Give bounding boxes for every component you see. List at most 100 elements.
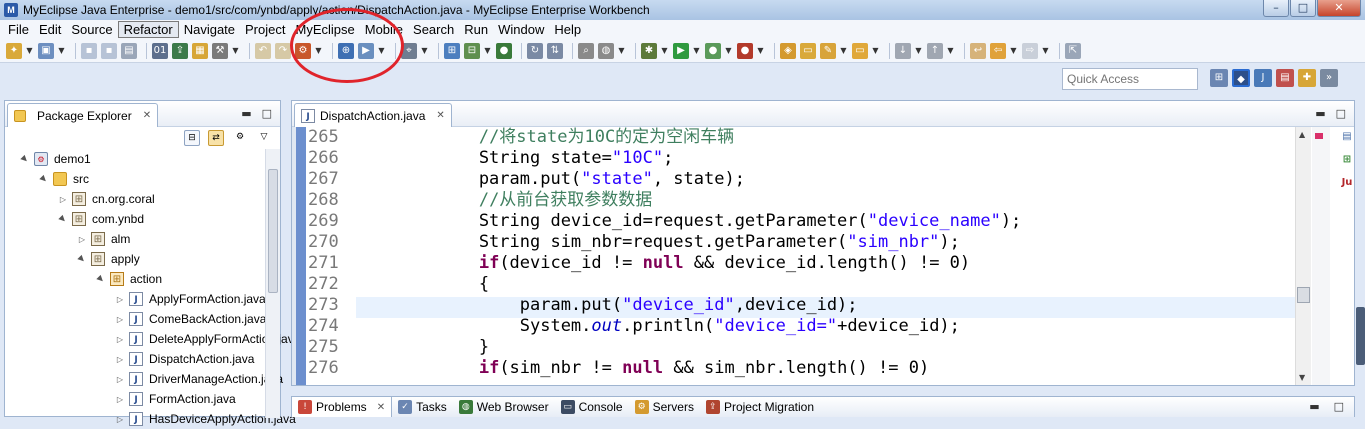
scroll-down-icon[interactable]: ▼ xyxy=(1299,373,1305,382)
open-task-icon[interactable]: ◈ xyxy=(780,42,796,59)
chevron-down-icon[interactable]: ▼ xyxy=(947,46,954,55)
tree-item-src[interactable]: ▲ src xyxy=(5,169,267,189)
tree-item-comebackaction-java[interactable]: ▷ J ComeBackAction.java xyxy=(5,309,267,329)
collapsed-twisty-icon[interactable]: ▷ xyxy=(76,235,88,244)
debug-perspective-icon[interactable]: ✚ xyxy=(1298,69,1316,87)
minimized-view-trim[interactable] xyxy=(1356,307,1365,365)
chevron-down-icon[interactable]: ▼ xyxy=(1042,46,1049,55)
wrench-icon[interactable]: ⚒ xyxy=(212,42,228,59)
folder-icon[interactable]: ▭ xyxy=(852,42,868,59)
junit-icon[interactable]: Ju xyxy=(1338,174,1356,192)
tab-project-migration[interactable]: ⇪ Project Migration xyxy=(700,397,820,417)
chevron-down-icon[interactable]: ▼ xyxy=(421,46,428,55)
code-line[interactable]: } xyxy=(356,337,1296,358)
tree-item-action[interactable]: ▲ ⊞ action xyxy=(5,269,267,289)
scroll-up-icon[interactable]: ▲ xyxy=(1299,130,1305,139)
tree-item-formaction-java[interactable]: ▷ J FormAction.java xyxy=(5,389,267,409)
new-icon[interactable]: ✦ xyxy=(6,42,22,59)
minimize-button[interactable]: – xyxy=(1263,0,1289,17)
run-server-icon[interactable]: ▶ xyxy=(358,42,374,59)
web-icon[interactable]: ⊕ xyxy=(338,42,354,59)
menu-help[interactable]: Help xyxy=(549,21,586,38)
chevron-down-icon[interactable]: ▼ xyxy=(618,46,625,55)
binary-icon[interactable]: 01 xyxy=(152,42,168,59)
code-line[interactable]: { xyxy=(356,274,1296,295)
chevron-down-icon[interactable]: ▼ xyxy=(315,46,322,55)
tree-item-cn-org-coral[interactable]: ▷ ⊞ cn.org.coral xyxy=(5,189,267,209)
close-button[interactable]: ✕ xyxy=(1317,0,1361,17)
scrollbar-thumb[interactable] xyxy=(1297,287,1310,303)
outline-icon[interactable]: ▤ xyxy=(1338,128,1356,146)
collapsed-twisty-icon[interactable]: ▷ xyxy=(114,295,126,304)
print-icon[interactable]: ▤ xyxy=(121,42,137,59)
menu-mobile[interactable]: Mobile xyxy=(360,21,408,38)
coverage-icon[interactable]: ● xyxy=(705,42,721,59)
last-edit-icon[interactable]: ↩ xyxy=(970,42,986,59)
tree-item-deleteapplyformaction-java[interactable]: ▷ J DeleteApplyFormAction.java xyxy=(5,329,300,349)
search-web-icon[interactable]: ◍ xyxy=(598,42,614,59)
collapsed-twisty-icon[interactable]: ▷ xyxy=(114,395,126,404)
minimize-panel-icon[interactable]: ▬ xyxy=(1309,400,1319,413)
code-line[interactable]: param.put("state", state); xyxy=(356,169,1296,190)
chevron-down-icon[interactable]: ▼ xyxy=(1010,46,1017,55)
pin-editor-icon[interactable]: ⇱ xyxy=(1065,42,1081,59)
code-line[interactable]: String state="10C"; xyxy=(356,148,1296,169)
run-icon[interactable]: ▶ xyxy=(673,42,689,59)
menu-source[interactable]: Source xyxy=(66,21,117,38)
maximize-button[interactable]: □ xyxy=(1290,0,1316,17)
myeclipse-perspective-icon[interactable]: ◆ xyxy=(1232,69,1250,87)
collapsed-twisty-icon[interactable]: ▷ xyxy=(114,315,126,324)
code-line[interactable]: String sim_nbr=request.getParameter("sim… xyxy=(356,232,1296,253)
minimize-panel-icon[interactable]: ▬ xyxy=(1315,107,1325,120)
forward-icon[interactable]: ⇨ xyxy=(1022,42,1038,59)
chevron-down-icon[interactable]: ▼ xyxy=(693,46,700,55)
menu-navigate[interactable]: Navigate xyxy=(179,21,240,38)
database-perspective-icon[interactable]: ▤ xyxy=(1276,69,1294,87)
close-icon[interactable]: ✕ xyxy=(143,110,151,121)
tree-item-drivermanageaction-java[interactable]: ▷ J DriverManageAction.java xyxy=(5,369,283,389)
code-line[interactable]: //将state为10C的定为空闲车辆 xyxy=(356,127,1296,148)
tree-item-demo1[interactable]: ▲ ⚙ demo1 xyxy=(5,149,267,169)
refresh-icon[interactable]: ↻ xyxy=(527,42,543,59)
menu-run[interactable]: Run xyxy=(459,21,493,38)
java-perspective-icon[interactable]: J xyxy=(1254,69,1272,87)
code-line[interactable]: System.out.println("device_id="+device_i… xyxy=(356,316,1296,337)
chevron-down-icon[interactable]: ▼ xyxy=(725,46,732,55)
tree-item-alm[interactable]: ▷ ⊞ alm xyxy=(5,229,267,249)
external-tools-icon[interactable]: ● xyxy=(737,42,753,59)
menu-window[interactable]: Window xyxy=(493,21,549,38)
code-line[interactable]: if(sim_nbr != null && sim_nbr.length() !… xyxy=(356,358,1296,379)
chevron-down-icon[interactable]: ▼ xyxy=(58,46,65,55)
new-class-icon[interactable]: ⊞ xyxy=(444,42,460,59)
close-icon[interactable]: ✕ xyxy=(436,110,444,121)
open-resource-icon[interactable]: ▭ xyxy=(800,42,816,59)
filter-icon[interactable]: ⚙ xyxy=(232,130,248,146)
expanded-twisty-icon[interactable]: ▲ xyxy=(37,172,52,187)
minimize-panel-icon[interactable]: ▬ xyxy=(241,107,251,120)
globe-icon[interactable]: ● xyxy=(496,42,512,59)
chevron-down-icon[interactable]: ▼ xyxy=(840,46,847,55)
tree-item-com-ynbd[interactable]: ▲ ⊞ com.ynbd xyxy=(5,209,267,229)
expanded-twisty-icon[interactable]: ▲ xyxy=(75,252,90,267)
maximize-panel-icon[interactable]: □ xyxy=(1336,107,1346,120)
menu-search[interactable]: Search xyxy=(408,21,459,38)
open-perspective-icon[interactable]: ⊞ xyxy=(1210,69,1228,87)
explore-icon[interactable]: ⌖ xyxy=(401,42,417,59)
tab-package-explorer[interactable]: Package Explorer ✕ xyxy=(7,103,159,127)
code-editor[interactable]: 265 //将state为10C的定为空闲车辆 266 String state=… xyxy=(292,127,1354,385)
chevron-down-icon[interactable]: ▼ xyxy=(915,46,922,55)
collapsed-twisty-icon[interactable]: ▷ xyxy=(114,375,126,384)
server-icon[interactable]: ▦ xyxy=(192,42,208,59)
error-marker[interactable] xyxy=(1315,133,1323,139)
new-package-icon[interactable]: ⊟ xyxy=(464,42,480,59)
back-icon[interactable]: ⇦ xyxy=(990,42,1006,59)
menu-project[interactable]: Project xyxy=(240,21,290,38)
prev-annotation-icon[interactable]: ↑ xyxy=(927,42,943,59)
link-with-editor-icon[interactable]: ⇄ xyxy=(208,130,224,146)
services-icon[interactable]: ⚙ xyxy=(295,42,311,59)
chevron-down-icon[interactable]: ▼ xyxy=(26,46,33,55)
forward-arrow-icon[interactable]: ↷ xyxy=(275,42,291,59)
code-line[interactable]: param.put("device_id",device_id); xyxy=(356,295,1296,316)
back-arrow-icon[interactable]: ↶ xyxy=(255,42,271,59)
open-type-icon[interactable]: ▣ xyxy=(38,42,54,59)
